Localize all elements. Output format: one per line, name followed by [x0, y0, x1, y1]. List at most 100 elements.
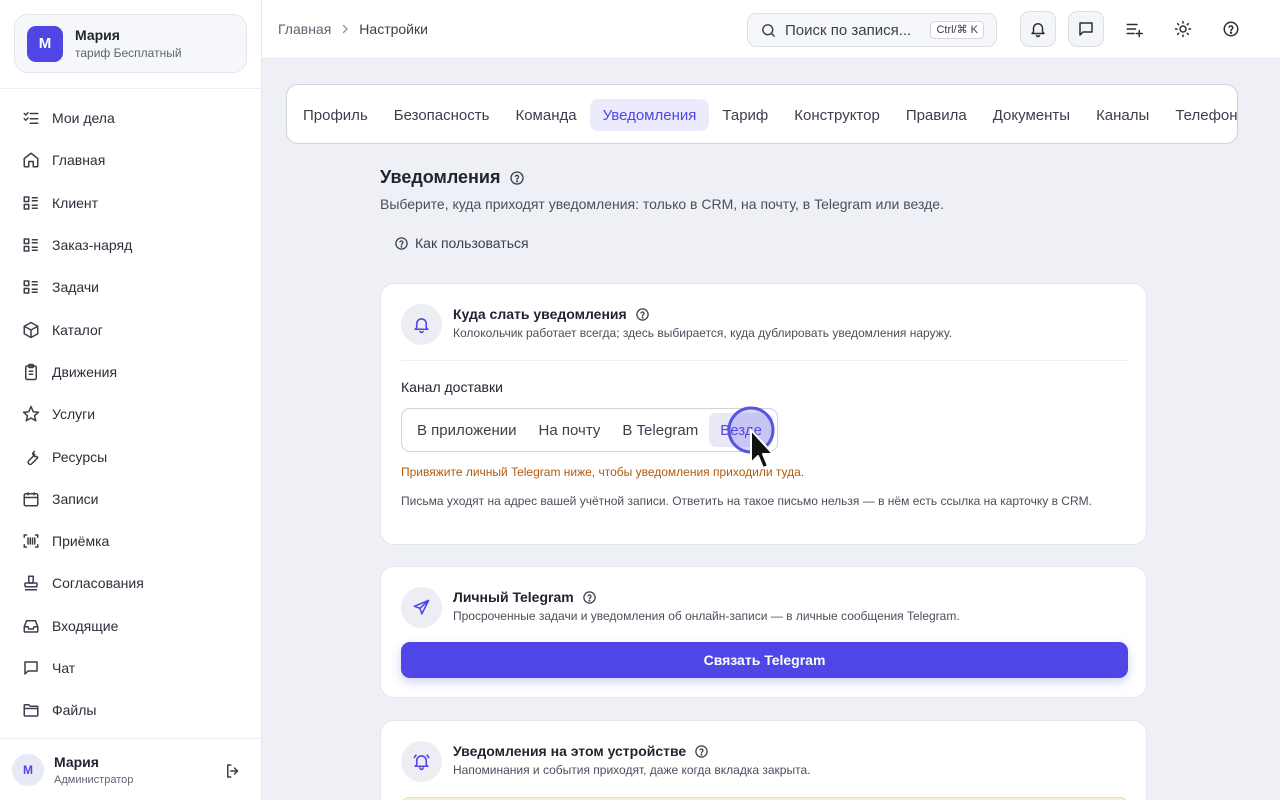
- sidebar-item-appointments[interactable]: Записи: [0, 478, 262, 520]
- breadcrumb: Главная Настройки: [278, 21, 428, 37]
- search-input[interactable]: Поиск по запися... Ctrl/⌘ K: [747, 13, 997, 47]
- search-icon: [760, 22, 777, 39]
- sidebar-item-movements[interactable]: Движения: [0, 351, 262, 393]
- option-everywhere[interactable]: Везде: [709, 413, 773, 447]
- sidebar-item-todo[interactable]: Мои дела: [0, 97, 262, 139]
- list-add-icon: [1125, 20, 1143, 38]
- telegram-card: Личный Telegram Просроченные задачи и ув…: [380, 566, 1147, 698]
- search-placeholder: Поиск по запися...: [785, 21, 912, 39]
- tab-rules[interactable]: Правила: [893, 99, 980, 131]
- sidebar-item-chat[interactable]: Чат: [0, 647, 262, 689]
- list-icon: [22, 194, 40, 212]
- user-role: Администратор: [54, 773, 134, 786]
- bell-icon: [401, 304, 442, 345]
- sidebar-item-resources[interactable]: Ресурсы: [0, 435, 262, 477]
- help-circle-icon[interactable]: [582, 590, 597, 605]
- sidebar-item-files[interactable]: Файлы: [0, 689, 262, 731]
- delivery-channel-label: Канал доставки: [401, 379, 503, 395]
- theme-toggle-button[interactable]: [1165, 11, 1201, 47]
- howto-label: Как пользоваться: [415, 235, 529, 251]
- option-email[interactable]: На почту: [528, 413, 612, 447]
- tab-builder[interactable]: Конструктор: [781, 99, 893, 131]
- topbar: Главная Настройки Поиск по запися... Ctr…: [262, 0, 1280, 59]
- sidebar-divider: [0, 88, 262, 89]
- scan-icon: [22, 532, 40, 550]
- messages-button[interactable]: [1068, 11, 1104, 47]
- sidebar-item-order[interactable]: Заказ-наряд: [0, 224, 262, 266]
- box-icon: [22, 321, 40, 339]
- sidebar-item-inbox[interactable]: Входящие: [0, 605, 262, 647]
- tab-team[interactable]: Команда: [502, 99, 589, 131]
- sidebar-item-home[interactable]: Главная: [0, 139, 262, 181]
- chat-icon: [22, 659, 40, 677]
- help-circle-icon[interactable]: [635, 307, 650, 322]
- bell-icon: [1029, 20, 1047, 38]
- help-circle-icon[interactable]: [694, 744, 709, 759]
- card-title: Уведомления на этом устройстве: [453, 743, 687, 759]
- tab-plan[interactable]: Тариф: [709, 99, 781, 131]
- sidebar-item-client[interactable]: Клиент: [0, 182, 262, 224]
- page-header: Уведомления: [380, 167, 525, 188]
- sidebar-item-label: Ресурсы: [52, 448, 108, 465]
- device-notifications-card: Уведомления на этом устройстве Напоминан…: [380, 720, 1147, 800]
- sidebar-item-label: Чат: [52, 660, 76, 676]
- sidebar-item-label: Движения: [52, 363, 118, 380]
- clipboard-icon: [22, 363, 40, 381]
- card-description: Просроченные задачи и уведомления об онл…: [453, 609, 960, 623]
- sidebar-item-label: Мои дела: [52, 110, 115, 127]
- help-circle-icon: [394, 236, 409, 251]
- sidebar: М Мария тариф Бесплатный Мои дела Главна…: [0, 0, 262, 800]
- logout-icon[interactable]: [224, 762, 242, 780]
- stamp-icon: [22, 574, 40, 592]
- star-icon: [22, 405, 40, 423]
- delivery-card: Куда слать уведомления Колокольчик работ…: [380, 283, 1147, 545]
- chat-icon: [1077, 20, 1095, 38]
- inbox-icon: [22, 617, 40, 635]
- tab-profile[interactable]: Профиль: [290, 99, 381, 131]
- divider: [401, 360, 1128, 361]
- breadcrumb-current: Настройки: [359, 21, 428, 37]
- tab-telephony[interactable]: Телефония: [1162, 99, 1237, 131]
- email-note: Письма уходят на адрес вашей учётной зап…: [401, 494, 1092, 508]
- page-subtitle: Выберите, куда приходят уведомления: тол…: [380, 196, 944, 212]
- howto-link[interactable]: Как пользоваться: [394, 235, 529, 251]
- sidebar-item-approvals[interactable]: Согласования: [0, 562, 262, 604]
- sidebar-item-label: Услуги: [52, 406, 96, 423]
- wrench-icon: [22, 448, 40, 466]
- help-button[interactable]: [1213, 11, 1249, 47]
- sidebar-item-label: Заказ-наряд: [52, 237, 133, 254]
- sidebar-item-catalog[interactable]: Каталог: [0, 308, 262, 350]
- warning-text: Привяжите личный Telegram ниже, чтобы ув…: [401, 465, 805, 479]
- checklist-icon: [22, 109, 40, 127]
- settings-tabs: Профиль Безопасность Команда Уведомления…: [286, 84, 1238, 144]
- option-in-app[interactable]: В приложении: [406, 413, 528, 447]
- search-shortcut: Ctrl/⌘ K: [930, 21, 984, 39]
- tab-channels[interactable]: Каналы: [1083, 99, 1162, 131]
- sun-icon: [1174, 20, 1192, 38]
- breadcrumb-home[interactable]: Главная: [278, 21, 331, 37]
- notifications-button[interactable]: [1020, 11, 1056, 47]
- sidebar-item-label: Задачи: [52, 279, 100, 296]
- sidebar-item-label: Согласования: [52, 575, 144, 592]
- sidebar-item-label: Входящие: [52, 617, 119, 634]
- sidebar-item-tasks[interactable]: Задачи: [0, 266, 262, 308]
- sidebar-item-intake[interactable]: Приёмка: [0, 520, 262, 562]
- add-task-button[interactable]: [1116, 11, 1152, 47]
- link-telegram-button[interactable]: Связать Telegram: [401, 642, 1128, 678]
- list-icon: [22, 236, 40, 254]
- tab-notifications[interactable]: Уведомления: [589, 99, 710, 131]
- option-telegram[interactable]: В Telegram: [611, 413, 709, 447]
- org-switcher[interactable]: М Мария тариф Бесплатный: [14, 14, 247, 73]
- card-title: Личный Telegram: [453, 589, 574, 605]
- sidebar-item-label: Приёмка: [52, 533, 110, 550]
- sidebar-item-services[interactable]: Услуги: [0, 393, 262, 435]
- list-icon: [22, 278, 40, 296]
- delivery-channel-selector: В приложении На почту В Telegram Везде: [401, 408, 778, 452]
- org-avatar: М: [27, 25, 63, 62]
- bell-ring-icon: [401, 741, 442, 782]
- tab-documents[interactable]: Документы: [980, 99, 1083, 131]
- org-name: Мария: [75, 27, 120, 43]
- tab-security[interactable]: Безопасность: [381, 99, 503, 131]
- help-circle-icon[interactable]: [509, 170, 525, 186]
- card-title: Куда слать уведомления: [453, 306, 627, 322]
